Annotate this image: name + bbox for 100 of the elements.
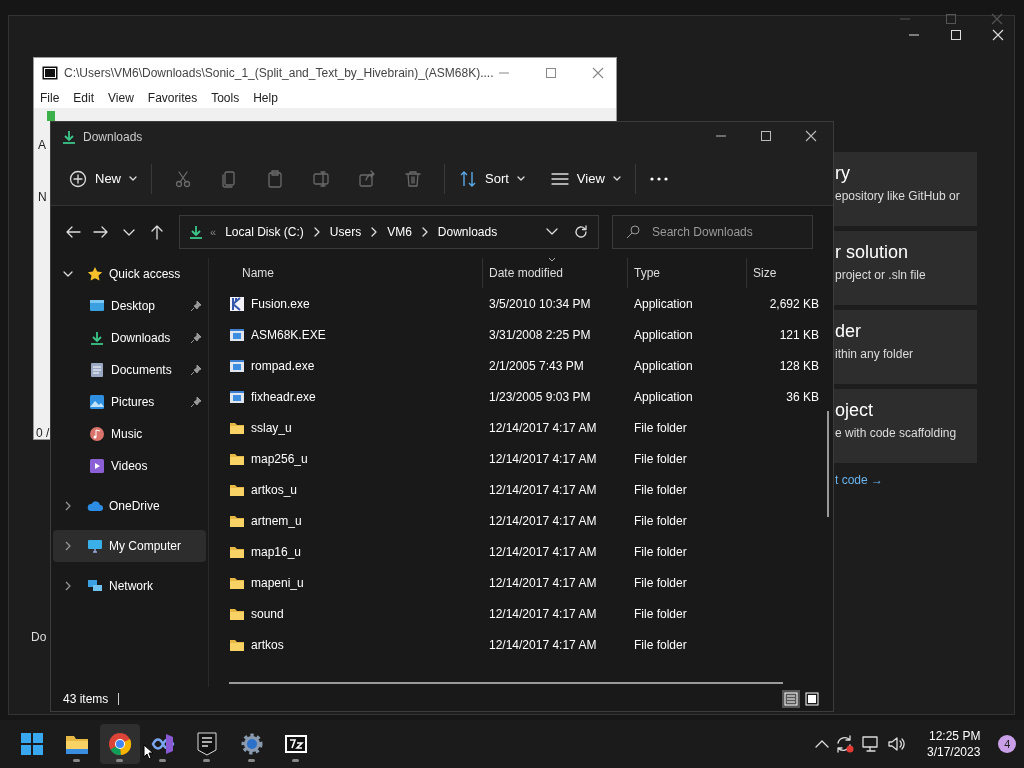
close-icon[interactable] [805, 130, 817, 142]
option-card[interactable]: r solution project or .sln file [834, 231, 977, 305]
chevron-icon [312, 227, 321, 237]
file-name[interactable]: sound [251, 604, 284, 623]
paste-icon [266, 169, 284, 188]
details-icon [784, 692, 798, 706]
file-name[interactable]: artkos_u [251, 480, 298, 499]
chevron-icon[interactable] [63, 269, 73, 279]
application-icon [229, 295, 245, 312]
desktop-icon [89, 298, 105, 314]
column-header[interactable]: Size [753, 264, 777, 282]
sync-icon[interactable] [835, 734, 855, 754]
option-card[interactable]: der ithin any folder [834, 310, 977, 384]
breadcrumb-segment[interactable]: Users [326, 223, 365, 241]
network-icon [87, 578, 103, 594]
toolbar-icon[interactable] [46, 110, 56, 122]
view-button[interactable]: View [544, 164, 627, 193]
file-date: 12/14/2017 4:17 AM [488, 450, 598, 468]
nav-item[interactable]: Downloads [53, 322, 206, 354]
nav-item[interactable]: Videos [53, 450, 206, 482]
menu-item[interactable]: Favorites [147, 89, 198, 107]
menu-item[interactable]: File [40, 89, 60, 107]
chevron-icon[interactable] [63, 581, 73, 591]
up-icon[interactable] [149, 224, 165, 240]
breadcrumb-segment[interactable]: VM6 [384, 223, 415, 241]
menu-item[interactable]: Edit [73, 89, 95, 107]
refresh-icon[interactable] [574, 225, 588, 239]
file-date: 2/1/2005 7:43 PM [488, 357, 585, 375]
music-icon [89, 426, 105, 442]
file-name[interactable]: artkos [251, 635, 284, 654]
nav-item[interactable]: Quick access [53, 258, 206, 290]
caret-icon [516, 175, 525, 182]
chevron-icon[interactable] [63, 501, 73, 511]
file-size: 36 KB [785, 388, 819, 406]
file-name[interactable]: rompad.exe [251, 356, 315, 375]
column-header[interactable]: Name [242, 264, 274, 282]
card-description: epository like GitHub or [835, 188, 961, 205]
continue-link[interactable]: t code → [835, 471, 884, 489]
scrollbar[interactable] [229, 682, 783, 684]
clock-time[interactable]: 12:25 PM [929, 728, 981, 744]
sort-button[interactable]: Sort [453, 164, 531, 193]
address-bar[interactable]: « Local Disk (C:) Users VM6 Downloads [179, 215, 599, 249]
file-name[interactable]: artnem_u [251, 511, 302, 530]
caret-icon [612, 175, 621, 182]
maximize-icon[interactable] [760, 130, 772, 142]
text-fragment: 0 / [36, 425, 50, 442]
browser-button[interactable] [100, 724, 140, 764]
infinity-icon [151, 732, 175, 756]
application-icon [229, 326, 245, 343]
nav-item[interactable]: OneDrive [53, 490, 206, 522]
option-card[interactable]: oject e with code scaffolding [834, 389, 977, 463]
network-icon[interactable] [861, 735, 881, 753]
file-date: 1/23/2005 9:03 PM [488, 388, 592, 406]
footer-text: Do [31, 629, 47, 646]
cursor-icon [143, 744, 155, 760]
card-title: oject [835, 399, 875, 421]
menu-item[interactable]: View [108, 89, 134, 107]
file-name[interactable]: mapeni_u [251, 573, 304, 592]
new-button[interactable]: New [63, 164, 143, 193]
file-name[interactable]: map16_u [251, 542, 302, 561]
breadcrumb-segment[interactable]: Local Disk (C:) [222, 223, 307, 241]
nav-item[interactable]: Music [53, 418, 206, 450]
column-header[interactable]: Type [634, 264, 660, 282]
file-name[interactable]: fixheadr.exe [251, 387, 316, 406]
file-name[interactable]: map256_u [251, 449, 308, 468]
volume-icon[interactable] [887, 735, 907, 753]
file-type: File folder [633, 543, 688, 561]
column-header[interactable]: Date modified [489, 264, 564, 282]
file-date: 12/14/2017 4:17 AM [488, 574, 598, 592]
card-title: der [835, 320, 862, 342]
browser-icon [108, 732, 132, 756]
file-name[interactable]: sslay_u [251, 418, 292, 437]
nav-item[interactable]: Pictures [53, 386, 206, 418]
option-card[interactable]: ry epository like GitHub or [834, 152, 977, 226]
breadcrumb-segment[interactable]: Downloads [434, 223, 501, 241]
search-field[interactable]: Search Downloads [612, 215, 813, 249]
clock-date[interactable]: 3/17/2023 [927, 744, 981, 760]
back-icon[interactable] [65, 224, 81, 240]
nav-item[interactable]: Desktop [53, 290, 206, 322]
scrollbar[interactable] [827, 411, 829, 517]
dropdown-icon[interactable] [546, 228, 558, 236]
archiver-icon [42, 66, 58, 80]
overflow-icon[interactable]: « [210, 223, 217, 241]
videos-icon [89, 458, 105, 474]
file-date: 12/14/2017 4:17 AM [488, 543, 598, 561]
share-icon [358, 169, 376, 188]
tiles-view-button[interactable] [803, 690, 821, 708]
chevron-icon [370, 227, 379, 237]
file-name[interactable]: ASM68K.EXE [251, 325, 326, 344]
chevron-icon[interactable] [815, 739, 829, 749]
nav-item[interactable]: My Computer [53, 530, 206, 562]
menu-item[interactable]: Tools [211, 89, 240, 107]
forward-icon[interactable] [93, 224, 109, 240]
menu-item[interactable]: Help [253, 89, 278, 107]
card-description: ithin any folder [835, 346, 915, 363]
notification-count[interactable]: 4 [998, 735, 1017, 753]
tiles-icon [805, 692, 819, 706]
nav-item[interactable]: Documents [53, 354, 206, 386]
file-name[interactable]: Fusion.exe [251, 294, 310, 313]
nav-item[interactable]: Network [53, 570, 206, 602]
